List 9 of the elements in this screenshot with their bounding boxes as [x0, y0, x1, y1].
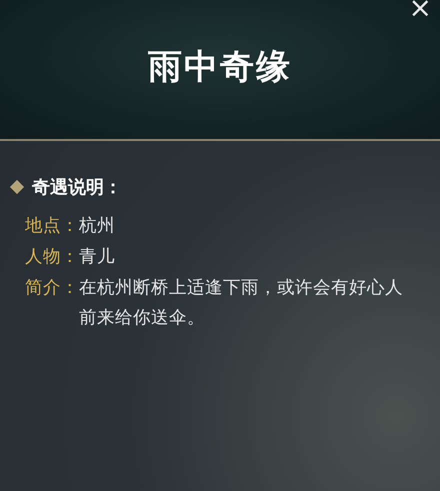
field-value: 青儿 — [79, 246, 116, 269]
section-heading: 奇遇说明： — [32, 176, 122, 199]
field-value: 在杭州断桥上适逢下雨，或许会有好心人前来给你送伞。 — [79, 277, 404, 330]
field-label: 地点： — [25, 215, 79, 238]
dialog-title: 雨中奇缘 — [148, 46, 292, 88]
field-label: 人物： — [25, 246, 79, 269]
field-label: 简介： — [25, 277, 79, 300]
field-value: 杭州 — [79, 215, 116, 238]
close-button[interactable]: × — [408, 0, 432, 22]
